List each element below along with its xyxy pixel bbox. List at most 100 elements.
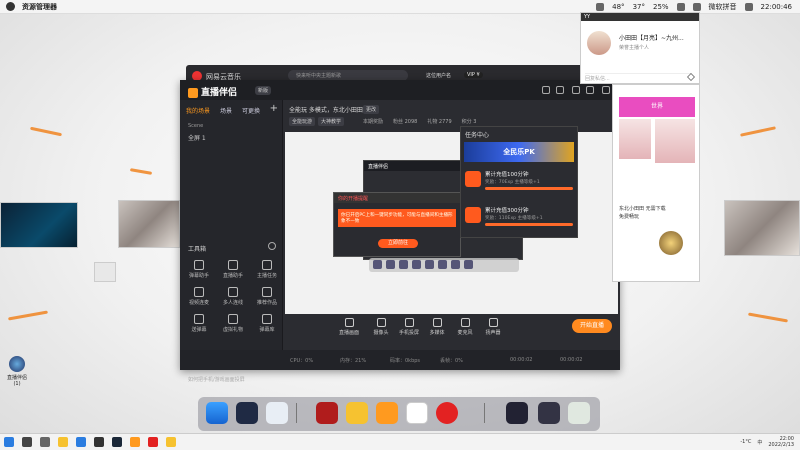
chat-notification-window[interactable]: YY 小田田【月亮】~九州... 荣誉主播个人 回复私信... (580, 12, 700, 84)
system-logo-icon[interactable] (6, 2, 15, 11)
window-thumbnail-icon[interactable] (538, 402, 560, 424)
live-sidebar: 我的场景 场景 可更换 + Scene 全屏 1 工具箱 弹幕助手 直播助手 主… (180, 100, 284, 383)
chat-app-icon[interactable] (166, 437, 176, 447)
game-app-icon[interactable] (316, 402, 338, 424)
finder-icon[interactable] (206, 402, 228, 424)
task-item[interactable]: 累计充值300分钟 奖励：110Exp 主播等级+1 (461, 204, 577, 234)
netease-music-icon[interactable] (436, 402, 458, 424)
input-method-indicator[interactable]: 中 (757, 439, 762, 446)
app-icon[interactable] (94, 437, 104, 447)
steam-icon[interactable] (112, 437, 122, 447)
tab-scenes[interactable]: 场景 (220, 106, 232, 115)
live-status-bar: CPU：0% 内存：21% 码率：0kbps 丢帧：0% 00:00:02 00… (180, 350, 620, 370)
desktop-shortcut-live-companion[interactable]: 直播伴侣 (1) (6, 356, 28, 387)
edge-icon[interactable] (76, 437, 86, 447)
stat-item: 本期奖励 (363, 119, 384, 125)
tab-replace[interactable]: 可更换 (242, 106, 260, 115)
close-icon[interactable] (602, 86, 610, 94)
side-app-badge[interactable] (659, 231, 683, 255)
dialog-confirm-button[interactable]: 立即前往 (378, 239, 418, 248)
live-screen-button[interactable]: 直播画面 (337, 318, 361, 336)
wifi-icon[interactable] (676, 3, 685, 11)
input-method[interactable]: 微软拼音 (709, 2, 737, 12)
menubar-status-area: 48° 37° 25% 微软拼音 22:00:46 (596, 2, 792, 12)
window-thumbnail-icon[interactable] (506, 402, 528, 424)
edit-title-button[interactable]: 更改 (363, 105, 380, 114)
steam-icon[interactable] (266, 402, 288, 424)
chat-contact-name[interactable]: 小田田【月亮】~九州... (619, 33, 684, 42)
phone-cast-button[interactable]: 手机投屏 (397, 318, 421, 336)
bell-icon[interactable] (572, 86, 580, 94)
tool-live-assistant[interactable]: 直播助手 (216, 260, 250, 279)
tool-danmaku-library[interactable]: 弹幕库 (250, 314, 284, 333)
tool-send-danmaku[interactable]: 送弹幕 (182, 314, 216, 333)
notification-icon[interactable] (744, 3, 753, 11)
pk-banner[interactable]: 全民乐PK (464, 142, 574, 162)
desktop-shortcut-label: 直播伴侣 (1) (6, 375, 27, 387)
live-brand-text: 直播伴侣 (201, 88, 238, 98)
volume-icon[interactable] (692, 3, 701, 11)
more-icon[interactable] (268, 242, 276, 250)
decor-streak (30, 126, 62, 137)
tool-label: 多人连线 (222, 300, 243, 306)
speaker-button[interactable]: 扬声器 (481, 318, 505, 336)
tool-virtual-gift[interactable]: 虚拟礼物 (216, 314, 250, 333)
room-title: 全能玩 多模式，东北小田田 (289, 107, 363, 114)
dock-app-icon (412, 260, 421, 269)
gallery-panel-left-1 (0, 202, 78, 248)
camera-button[interactable]: 摄像头 (369, 318, 393, 336)
tool-multi-link[interactable]: 多人连线 (216, 287, 250, 306)
gallery-panel-left-2 (118, 200, 180, 248)
tool-streamer-tasks[interactable]: 主播任务 (250, 260, 284, 279)
chat-reply-input[interactable]: 回复私信... (585, 73, 691, 82)
rocket-launcher-icon[interactable] (236, 402, 258, 424)
start-live-button[interactable]: 开始直播 (572, 319, 612, 333)
live-companion-icon[interactable] (376, 402, 398, 424)
side-app-photo[interactable] (655, 119, 695, 163)
taskbar-date: 2022/2/13 (768, 442, 794, 448)
chat-app-icon[interactable] (346, 402, 368, 424)
settings-icon[interactable] (596, 3, 605, 11)
microphone-button[interactable]: 麦克风 (453, 318, 477, 336)
side-app-banner[interactable]: 世界 (619, 97, 695, 117)
preview-dock (369, 258, 519, 272)
trash-icon[interactable] (568, 402, 590, 424)
side-app-window[interactable]: 世界 东北小田田 无需下载 免费畅玩 (612, 84, 700, 282)
tool-label: 弹幕库 (259, 327, 275, 333)
task-item[interactable]: 累计充值100分钟 奖励：70Exp 主播等级+1 (461, 168, 577, 198)
lock-icon[interactable] (556, 86, 564, 94)
music-user-name[interactable]: 这位用户名 (426, 72, 451, 79)
tab-my-scenes[interactable]: 我的场景 (186, 106, 210, 115)
category-tag[interactable]: 大神教学 (318, 117, 345, 126)
qq-icon[interactable] (406, 402, 428, 424)
version-badge[interactable]: 新版 (255, 86, 272, 95)
tool-video-link[interactable]: 视频连麦 (182, 287, 216, 306)
add-scene-button[interactable]: + (270, 103, 278, 114)
task-view-icon[interactable] (40, 437, 50, 447)
multimedia-button[interactable]: 多媒体 (425, 318, 449, 336)
tool-icon (228, 287, 238, 297)
tool-danmaku-assistant[interactable]: 弹幕助手 (182, 260, 216, 279)
windows-taskbar: -1°C 中 22:00 2022/2/13 (0, 433, 800, 450)
music-vip-badge[interactable]: VIP ¥ (464, 72, 483, 78)
file-explorer-icon[interactable] (58, 437, 68, 447)
share-icon[interactable] (586, 86, 594, 94)
taskbar-clock[interactable]: 22:00 2022/2/13 (768, 436, 794, 448)
gift-icon[interactable] (542, 86, 550, 94)
record-duration: 00:00:02 (560, 357, 583, 363)
live-companion-icon[interactable] (130, 437, 140, 447)
tool-recommend[interactable]: 推荐作品 (250, 287, 284, 306)
category-tag[interactable]: 全能玩游 (289, 117, 316, 126)
side-app-photo[interactable] (619, 119, 651, 159)
weather-temp[interactable]: -1°C (740, 439, 751, 445)
scene-item-fullscreen[interactable]: 全屏 1 (180, 131, 282, 144)
active-app-title[interactable]: 资源管理器 (22, 2, 57, 12)
dock-app-icon (438, 260, 447, 269)
start-icon[interactable] (4, 437, 14, 447)
netease-music-icon[interactable] (148, 437, 158, 447)
tool-icon (262, 260, 272, 270)
decor-streak (740, 126, 776, 137)
search-icon[interactable] (22, 437, 32, 447)
projection-help-link[interactable]: 如何把手机/游戏画面投屏 (180, 376, 283, 383)
avatar[interactable] (587, 31, 611, 55)
